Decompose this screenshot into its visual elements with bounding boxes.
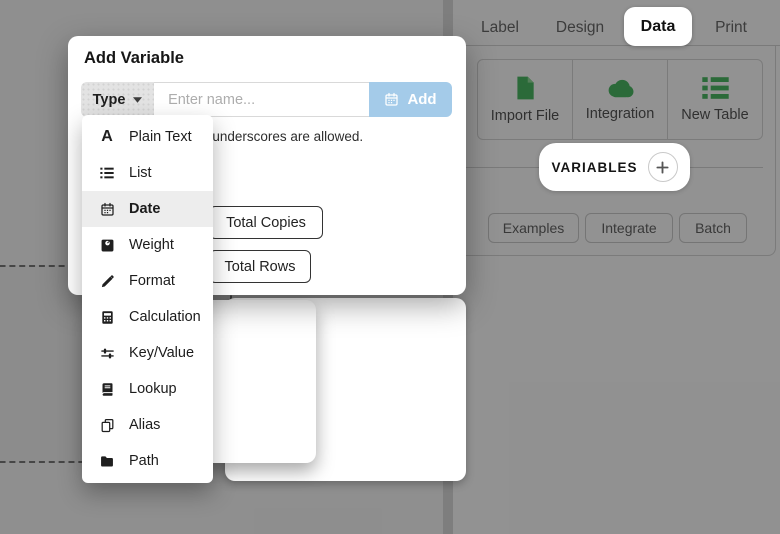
calendar-icon <box>98 202 116 217</box>
dropdown-item-label: Alias <box>129 417 160 433</box>
dropdown-item-label: Format <box>129 273 175 289</box>
tab-data[interactable]: Data <box>624 7 692 46</box>
text-icon: A <box>98 129 116 145</box>
total-rows-button[interactable]: Total Rows <box>209 250 311 283</box>
dropdown-item-label: Date <box>129 201 160 217</box>
total-copies-button[interactable]: Total Copies <box>209 206 323 239</box>
calendar-icon <box>384 92 399 107</box>
dropdown-item-lookup[interactable]: Lookup <box>82 371 213 407</box>
modal-title: Add Variable <box>84 49 184 68</box>
variables-header: VARIABLES <box>539 143 690 191</box>
app-window: Label Design Print Import File Integrati… <box>0 0 780 534</box>
copy-icon <box>98 418 116 433</box>
dropdown-item-format[interactable]: Format <box>82 263 213 299</box>
variables-title: VARIABLES <box>551 160 637 175</box>
add-variable-button[interactable] <box>648 152 678 182</box>
dropdown-item-weight[interactable]: Weight <box>82 227 213 263</box>
dropdown-item-label: List <box>129 165 152 181</box>
dropdown-item-label: Key/Value <box>129 345 194 361</box>
dropdown-item-calculation[interactable]: Calculation <box>82 299 213 335</box>
caret-down-icon <box>133 97 142 103</box>
dropdown-item-label: Path <box>129 453 159 469</box>
variable-name-input[interactable] <box>154 82 369 117</box>
add-button-label: Add <box>407 91 436 108</box>
type-dropdown-button[interactable]: Type <box>81 82 154 117</box>
dropdown-item-label: Calculation <box>129 309 201 325</box>
pencil-icon <box>98 274 116 289</box>
dropdown-item-list[interactable]: List <box>82 155 213 191</box>
add-button[interactable]: Add <box>369 82 452 117</box>
dropdown-item-label: Lookup <box>129 381 177 397</box>
dropdown-item-key-value[interactable]: Key/Value <box>82 335 213 371</box>
list-icon <box>98 165 116 181</box>
dropdown-item-label: Plain Text <box>129 129 192 145</box>
plus-icon <box>656 161 669 174</box>
dropdown-item-label: Weight <box>129 237 174 253</box>
sliders-icon <box>98 346 116 361</box>
scale-icon <box>98 238 116 253</box>
dropdown-item-date[interactable]: Date <box>82 191 213 227</box>
dropdown-item-path[interactable]: Path <box>82 443 213 479</box>
dropdown-item-plain-text[interactable]: A Plain Text <box>82 119 213 155</box>
add-variable-form: Type Add <box>81 82 452 117</box>
folder-icon <box>98 454 116 469</box>
type-button-label: Type <box>93 92 126 108</box>
calculator-icon <box>98 310 116 325</box>
type-dropdown-menu: A Plain Text List Date Weight Form <box>82 115 213 483</box>
book-icon <box>98 382 116 397</box>
dropdown-item-alias[interactable]: Alias <box>82 407 213 443</box>
